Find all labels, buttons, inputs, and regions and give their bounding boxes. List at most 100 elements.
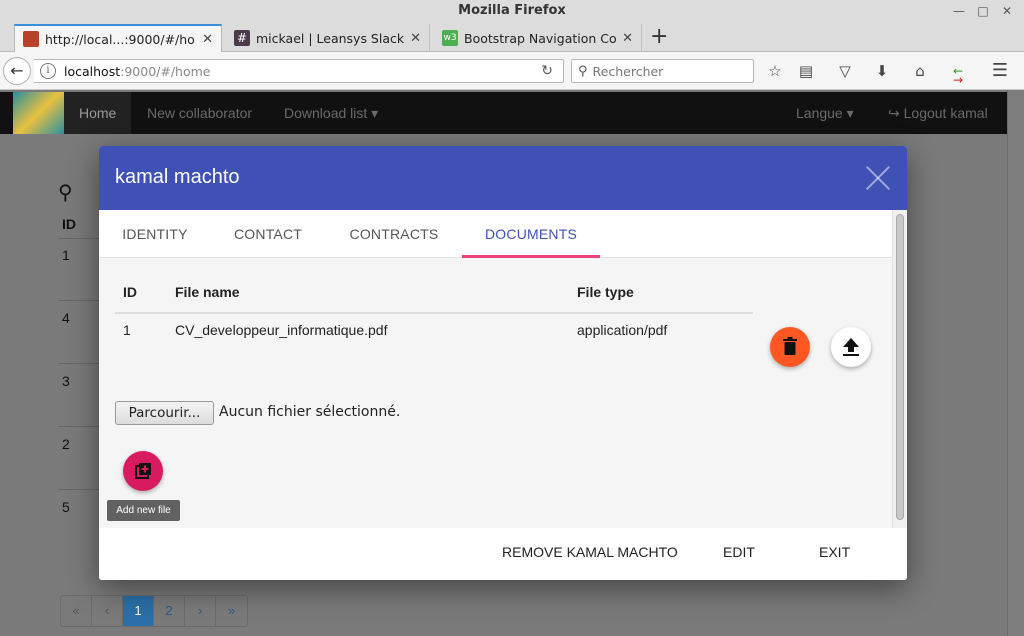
tab-label: Bootstrap Navigation Co... (464, 30, 617, 46)
documents-panel: ID File name File type 1 CV_developpeur_… (99, 258, 892, 528)
pager-last[interactable]: » (216, 596, 247, 626)
pager-first[interactable]: « (61, 596, 92, 626)
file-input-status: Aucun fichier sélectionné. (219, 404, 401, 420)
extension-arrow-red-icon: → (952, 73, 964, 87)
caret-down-icon: ▾ (846, 105, 854, 121)
search-bar[interactable]: ⚲ Rechercher (571, 59, 754, 83)
close-tab-icon[interactable]: ✕ (410, 31, 421, 46)
browse-file-button[interactable]: Parcourir... (115, 401, 214, 425)
close-tab-icon[interactable]: ✕ (202, 32, 213, 47)
add-new-file-button[interactable] (123, 451, 163, 491)
divider (58, 363, 103, 364)
caret-down-icon: ▾ (371, 105, 379, 121)
tab-slack[interactable]: # mickael | Leansys Slack ✕ (226, 24, 430, 52)
search-placeholder: Rechercher (592, 63, 664, 79)
pager-prev[interactable]: ‹ (92, 596, 123, 626)
window-titlebar: Mozilla Firefox — □ ✕ (0, 0, 1024, 22)
tab-contracts[interactable]: CONTRACTS (325, 210, 463, 258)
tab-label: http://local...:9000/#/home (45, 31, 196, 47)
modal-body: IDENTITY CONTACT CONTRACTS DOCUMENTS ID … (99, 210, 907, 528)
tab-strip: http://local...:9000/#/home ✕ # mickael … (0, 22, 1024, 52)
doc-row-file-type: application/pdf (577, 322, 668, 338)
logout-icon: ↪ (888, 105, 900, 121)
close-tab-icon[interactable]: ✕ (622, 31, 633, 46)
col-header-file-type: File type (577, 284, 634, 300)
maximize-icon[interactable]: □ (974, 2, 992, 20)
app-logo[interactable] (13, 92, 64, 134)
tab-identity[interactable]: IDENTITY (99, 210, 211, 258)
add-file-tooltip: Add new file (107, 500, 180, 521)
url-path: :9000/#/home (120, 63, 211, 79)
menu-hamburger-icon[interactable]: ☰ (990, 61, 1010, 81)
search-icon[interactable]: ⚲ (58, 180, 73, 204)
slack-favicon-icon: # (234, 30, 250, 46)
download-icon[interactable]: ⬇ (872, 61, 892, 81)
divider (58, 489, 103, 490)
delete-file-button[interactable] (770, 327, 810, 367)
modal-scrollbar[interactable] (892, 210, 907, 528)
tab-contact[interactable]: CONTACT (211, 210, 325, 258)
url-bar[interactable]: i localhost :9000/#/home ↻ (34, 59, 564, 83)
pager-page-2[interactable]: 2 (154, 596, 185, 626)
nav-download-list[interactable]: Download list ▾ (284, 92, 378, 134)
doc-row-file-name: CV_developpeur_informatique.pdf (175, 322, 388, 338)
add-to-library-icon (135, 463, 151, 479)
w3schools-favicon-icon: w3 (442, 30, 458, 46)
tab-localhost[interactable]: http://local...:9000/#/home ✕ (14, 24, 222, 52)
tab-label: mickael | Leansys Slack (256, 30, 405, 46)
edit-button[interactable]: EDIT (723, 544, 755, 560)
modal-footer: REMOVE KAMAL MACHTO EDIT EXIT (99, 528, 907, 580)
app-navbar: Home New collaborator Download list ▾ La… (0, 92, 1007, 134)
bookmark-star-icon[interactable]: ☆ (765, 61, 785, 81)
tab-documents[interactable]: DOCUMENTS (462, 210, 600, 258)
divider (58, 300, 103, 301)
bg-table-row: 2 (62, 436, 70, 452)
pager-next[interactable]: › (185, 596, 216, 626)
nav-logout-label: Logout kamal (903, 105, 988, 121)
nav-home[interactable]: Home (64, 92, 132, 134)
remove-collaborator-button[interactable]: REMOVE KAMAL MACHTO (502, 544, 678, 560)
upload-file-button[interactable] (831, 327, 871, 367)
divider (58, 238, 103, 239)
close-icon[interactable] (863, 162, 893, 192)
tab-w3schools[interactable]: w3 Bootstrap Navigation Co... ✕ (434, 24, 642, 52)
bg-table-row: 1 (62, 247, 70, 263)
url-host: localhost (64, 63, 121, 79)
bg-table-row: 5 (62, 499, 70, 515)
info-icon[interactable]: i (40, 63, 56, 79)
collaborator-modal: kamal machto IDENTITY CONTACT CONTRACTS … (99, 146, 907, 580)
reading-list-icon[interactable]: ▤ (796, 61, 816, 81)
modal-scrollbar-thumb[interactable] (896, 214, 904, 520)
nav-langue-label: Langue (796, 105, 843, 121)
nav-new-collaborator[interactable]: New collaborator (147, 92, 252, 134)
doc-row-id: 1 (123, 322, 131, 338)
exit-button[interactable]: EXIT (819, 544, 850, 560)
nav-download-list-label: Download list (284, 105, 368, 121)
bg-table-header-id: ID (62, 216, 76, 232)
new-tab-icon[interactable]: + (650, 24, 668, 50)
divider (58, 426, 103, 427)
back-arrow-icon[interactable]: ← (3, 57, 31, 85)
bg-table-row: 3 (62, 373, 70, 389)
col-header-id: ID (123, 284, 137, 300)
reload-icon[interactable]: ↻ (541, 63, 553, 79)
home-icon[interactable]: ⌂ (910, 61, 930, 81)
window-title: Mozilla Firefox (458, 3, 566, 18)
app-favicon-icon (23, 31, 39, 47)
modal-tabs: IDENTITY CONTACT CONTRACTS DOCUMENTS (99, 210, 892, 258)
col-header-file-name: File name (175, 284, 240, 300)
upload-icon (843, 338, 859, 356)
nav-logout[interactable]: ↪ Logout kamal (888, 92, 988, 134)
nav-langue[interactable]: Langue ▾ (796, 92, 854, 134)
pagination: « ‹ 1 2 › » (60, 595, 248, 627)
search-icon: ⚲ (578, 63, 588, 79)
close-window-icon[interactable]: ✕ (998, 2, 1016, 20)
modal-title: kamal machto (115, 166, 240, 188)
table-header-divider (115, 312, 753, 314)
modal-header: kamal machto (99, 146, 907, 210)
pocket-icon[interactable]: ▽ (835, 61, 855, 81)
page-scrollbar[interactable] (1007, 90, 1024, 636)
pager-page-1[interactable]: 1 (123, 596, 154, 626)
minimize-icon[interactable]: — (950, 2, 968, 20)
bg-table-row: 4 (62, 310, 70, 326)
